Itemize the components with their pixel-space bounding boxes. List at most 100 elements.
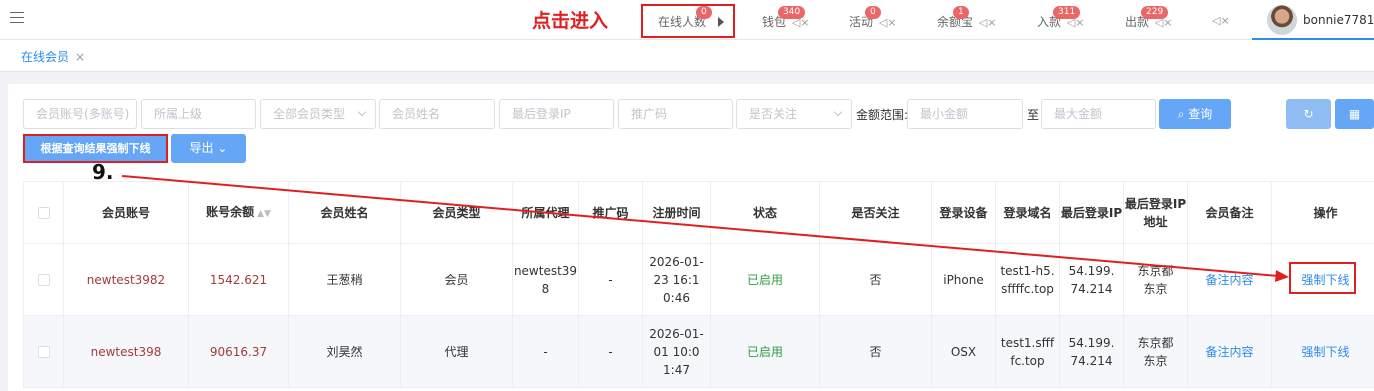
- top-navbar: 点击进入 在线人数 0 钱包 340 ◁× 活动 0 ◁× 余额宝 1 ◁× 入…: [0, 0, 1374, 40]
- tab-online-members[interactable]: 在线会员 ×: [21, 48, 85, 65]
- header-balance[interactable]: 账号余额 ▲▼: [188, 181, 289, 244]
- cell-device: OSX: [931, 315, 996, 388]
- cell-name: 王葱稍: [288, 243, 401, 316]
- cell-follow: 否: [819, 243, 932, 316]
- member-name-input[interactable]: 会员姓名: [379, 99, 495, 129]
- nav-wallet[interactable]: 钱包 340 ◁×: [762, 6, 810, 30]
- cell-reg-time: 2026-01-01 10:01:47: [642, 315, 711, 388]
- cell-last-ip: 54.199.74.214: [1059, 243, 1124, 316]
- wallet-badge: 340: [778, 6, 806, 19]
- chevron-down-icon: ⌄: [217, 141, 228, 155]
- activity-badge: 0: [865, 6, 881, 19]
- force-offline-link[interactable]: 强制下线: [1271, 315, 1374, 388]
- cell-last-ip: 54.199.74.214: [1059, 315, 1124, 388]
- row-checkbox[interactable]: [37, 346, 50, 358]
- follow-select[interactable]: 是否关注: [736, 99, 852, 129]
- header-last-ip: 最后登录IP: [1059, 181, 1124, 244]
- header-type: 会员类型: [400, 181, 513, 244]
- search-button-label: 查询: [1188, 107, 1213, 121]
- user-menu[interactable]: bonnie7781: [1252, 0, 1374, 40]
- table-row: newtest3982 1542.621 王葱稍 会员 newtest398 -…: [23, 243, 1374, 316]
- cell-status: 已启用: [710, 243, 820, 316]
- yuebao-badge: 1: [953, 6, 969, 19]
- cell-promo: -: [578, 315, 643, 388]
- nav-withdraw[interactable]: 出款 229 ◁×: [1125, 6, 1173, 30]
- row-checkbox[interactable]: [37, 274, 50, 286]
- header-promo: 推广码: [578, 181, 643, 244]
- row-select[interactable]: [23, 315, 64, 388]
- last-ip-input[interactable]: 最后登录IP: [499, 99, 614, 129]
- header-follow: 是否关注: [819, 181, 932, 244]
- annotation-click-enter: 点击进入: [532, 10, 609, 32]
- grid-icon: ▦: [1348, 107, 1361, 121]
- cell-ip-location: 东京都东京: [1123, 315, 1188, 388]
- to-label: 至: [1027, 108, 1040, 122]
- cell-domain: test1.sffffc.top: [995, 315, 1060, 388]
- header-status: 状态: [710, 181, 820, 244]
- deposit-badge: 311: [1053, 6, 1081, 19]
- select-all[interactable]: [23, 181, 64, 244]
- header-remark: 会员备注: [1187, 181, 1272, 244]
- grid-view-button[interactable]: ▦: [1335, 99, 1374, 129]
- cell-reg-time: 2026-01-23 16:10:46: [642, 243, 711, 316]
- mute-icon: ◁×: [1212, 14, 1230, 27]
- cell-promo: -: [578, 243, 643, 316]
- account-input[interactable]: 会员账号(多账号): [23, 99, 137, 129]
- username: bonnie7781: [1303, 13, 1374, 27]
- cell-type: 会员: [400, 243, 513, 316]
- sort-icon[interactable]: ▲▼: [257, 209, 271, 219]
- nav-deposit[interactable]: 入款 311 ◁×: [1037, 6, 1085, 30]
- member-type-select[interactable]: 全部会员类型: [260, 99, 376, 129]
- refresh-button[interactable]: ↻: [1286, 99, 1331, 129]
- avatar: [1267, 5, 1297, 35]
- nav-activity[interactable]: 活动 0 ◁×: [849, 6, 897, 30]
- header-balance-label: 账号余额: [206, 204, 255, 219]
- refresh-icon: ↻: [1303, 107, 1314, 121]
- annotation-highlight-online: [641, 4, 735, 38]
- min-amount-input[interactable]: 最小金额: [907, 99, 1023, 129]
- table-header-row: 会员账号 账号余额 ▲▼ 会员姓名 会员类型 所属代理 推广码 注册时间 状态 是…: [23, 181, 1374, 244]
- cell-name: 刘昊然: [288, 315, 401, 388]
- max-amount-input[interactable]: 最大金额: [1041, 99, 1156, 129]
- export-button-label: 导出: [189, 141, 214, 155]
- header-reg-time: 注册时间: [642, 181, 711, 244]
- cell-balance: 1542.621: [188, 243, 289, 316]
- chevron-down-icon: [833, 107, 843, 117]
- global-mute[interactable]: ◁×: [1210, 13, 1230, 27]
- select-all-checkbox[interactable]: [37, 207, 50, 219]
- header-agent: 所属代理: [512, 181, 579, 244]
- amount-range-label: 金额范围:: [856, 108, 909, 122]
- search-icon: ⌕: [1177, 107, 1185, 121]
- tab-online-members-label: 在线会员: [21, 50, 70, 64]
- cell-agent: newtest398: [512, 243, 579, 316]
- cell-remark-link[interactable]: 备注内容: [1187, 243, 1272, 316]
- search-button[interactable]: ⌕ 查询: [1159, 99, 1231, 129]
- header-device: 登录设备: [931, 181, 996, 244]
- nav-yuebao[interactable]: 余额宝 1 ◁×: [937, 6, 997, 30]
- menu-toggle-icon[interactable]: [10, 12, 24, 26]
- content-panel: 会员账号(多账号) 所属上级 全部会员类型 会员姓名 最后登录IP 推广码 是否…: [8, 84, 1374, 391]
- export-button[interactable]: 导出 ⌄: [171, 134, 246, 163]
- close-icon[interactable]: ×: [75, 50, 85, 64]
- promo-code-input[interactable]: 推广码: [618, 99, 733, 129]
- header-name: 会员姓名: [288, 181, 401, 244]
- cell-agent: -: [512, 315, 579, 388]
- cell-status: 已启用: [710, 315, 820, 388]
- table-row: newtest398 90616.37 刘昊然 代理 - - 2026-01-0…: [23, 315, 1374, 388]
- header-action: 操作: [1271, 181, 1374, 244]
- online-members-table: 会员账号 账号余额 ▲▼ 会员姓名 会员类型 所属代理 推广码 注册时间 状态 是…: [23, 181, 1374, 388]
- header-ip-location: 最后登录IP地址: [1123, 181, 1188, 244]
- cell-account: newtest398: [63, 315, 189, 388]
- mute-icon[interactable]: ◁×: [979, 16, 997, 29]
- header-account: 会员账号: [63, 181, 189, 244]
- annotation-highlight-force-offline-all: [23, 134, 168, 163]
- follow-value: 是否关注: [749, 107, 798, 121]
- cell-domain: test1-h5.sffffc.top: [995, 243, 1060, 316]
- cell-type: 代理: [400, 315, 513, 388]
- superior-input[interactable]: 所属上级: [141, 99, 256, 129]
- cell-account: newtest3982: [63, 243, 189, 316]
- annotation-highlight-force-offline: [1289, 262, 1356, 294]
- row-select[interactable]: [23, 243, 64, 316]
- mute-icon[interactable]: ◁×: [879, 16, 897, 29]
- cell-remark-link[interactable]: 备注内容: [1187, 315, 1272, 388]
